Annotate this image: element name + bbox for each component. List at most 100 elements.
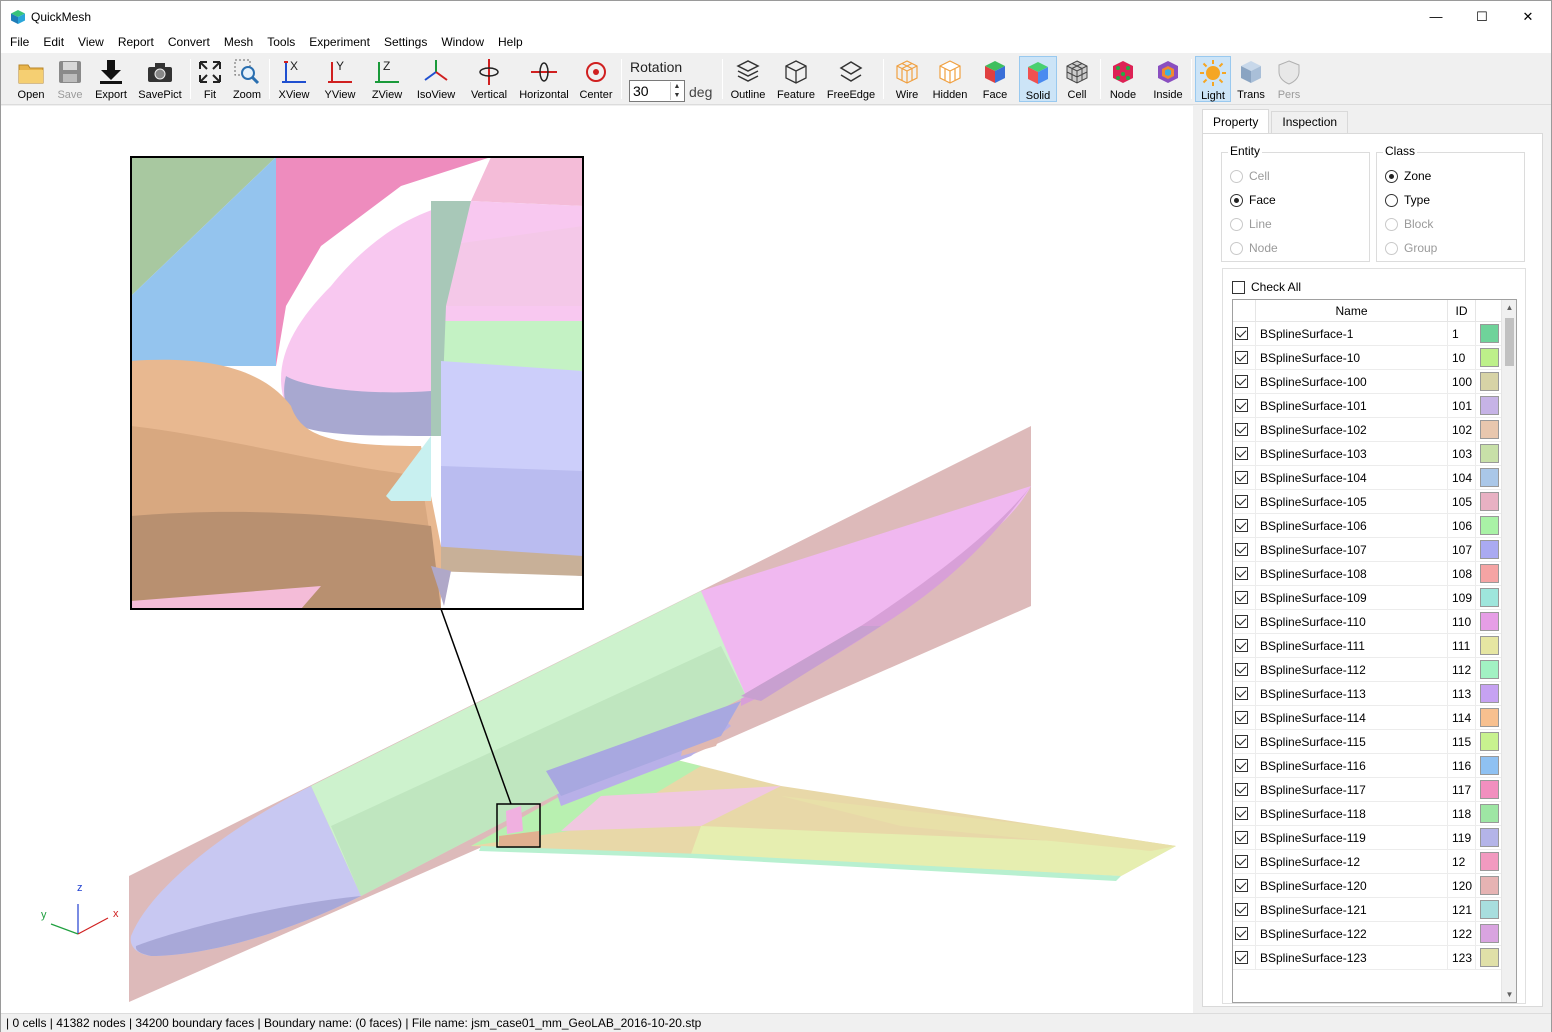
entity-face-radio[interactable]: Face	[1230, 193, 1276, 207]
row-checkbox[interactable]	[1234, 663, 1248, 676]
entity-cell-radio[interactable]: Cell	[1230, 169, 1270, 183]
isoview-button[interactable]: IsoView	[413, 56, 459, 102]
row-checkbox[interactable]	[1234, 327, 1248, 340]
minimize-button[interactable]: —	[1413, 1, 1459, 32]
horizontal-button[interactable]: Horizontal	[516, 56, 572, 102]
row-color-swatch[interactable]	[1480, 492, 1499, 511]
table-row[interactable]: BSplineSurface-109 109	[1233, 585, 1503, 610]
table-row[interactable]: BSplineSurface-105 105	[1233, 489, 1503, 514]
table-row[interactable]: BSplineSurface-107 107	[1233, 537, 1503, 562]
row-color-swatch[interactable]	[1480, 900, 1499, 919]
row-checkbox[interactable]	[1234, 831, 1248, 844]
table-row[interactable]: BSplineSurface-112 112	[1233, 657, 1503, 682]
class-block-radio[interactable]: Block	[1385, 217, 1433, 231]
row-color-swatch[interactable]	[1480, 948, 1499, 967]
menu-experiment[interactable]: Experiment	[302, 32, 377, 53]
class-group-radio[interactable]: Group	[1385, 241, 1437, 255]
row-color-swatch[interactable]	[1480, 372, 1499, 391]
close-button[interactable]: ✕	[1505, 1, 1551, 32]
row-checkbox[interactable]	[1234, 951, 1248, 964]
row-checkbox[interactable]	[1234, 471, 1248, 484]
row-checkbox[interactable]	[1234, 711, 1248, 724]
table-row[interactable]: BSplineSurface-1 1	[1233, 321, 1503, 346]
row-color-swatch[interactable]	[1480, 564, 1499, 583]
node-button[interactable]: Node	[1106, 56, 1140, 102]
row-checkbox[interactable]	[1234, 615, 1248, 628]
solid-button[interactable]: Solid	[1019, 56, 1057, 102]
row-checkbox[interactable]	[1234, 423, 1248, 436]
trans-button[interactable]: Trans	[1235, 56, 1267, 102]
row-color-swatch[interactable]	[1480, 516, 1499, 535]
row-checkbox[interactable]	[1234, 543, 1248, 556]
menu-tools[interactable]: Tools	[260, 32, 302, 53]
class-zone-radio[interactable]: Zone	[1385, 169, 1431, 183]
maximize-button[interactable]: ☐	[1459, 1, 1505, 32]
row-checkbox[interactable]	[1234, 399, 1248, 412]
cell-button[interactable]: Cell	[1062, 56, 1092, 102]
table-row[interactable]: BSplineSurface-121 121	[1233, 897, 1503, 922]
table-row[interactable]: BSplineSurface-102 102	[1233, 417, 1503, 442]
hidden-button[interactable]: Hidden	[930, 56, 970, 102]
open-button[interactable]: Open	[13, 56, 49, 102]
row-checkbox[interactable]	[1234, 927, 1248, 940]
center-button[interactable]: Center	[577, 56, 615, 102]
wire-button[interactable]: Wire	[890, 56, 924, 102]
table-row[interactable]: BSplineSurface-101 101	[1233, 393, 1503, 418]
outline-button[interactable]: Outline	[729, 56, 767, 102]
row-checkbox[interactable]	[1234, 759, 1248, 772]
row-color-swatch[interactable]	[1480, 756, 1499, 775]
row-color-swatch[interactable]	[1480, 924, 1499, 943]
table-row[interactable]: BSplineSurface-108 108	[1233, 561, 1503, 586]
menu-settings[interactable]: Settings	[377, 32, 434, 53]
row-checkbox[interactable]	[1234, 375, 1248, 388]
row-checkbox[interactable]	[1234, 903, 1248, 916]
row-checkbox[interactable]	[1234, 735, 1248, 748]
table-row[interactable]: BSplineSurface-123 123	[1233, 945, 1503, 970]
row-color-swatch[interactable]	[1480, 540, 1499, 559]
light-button[interactable]: Light	[1195, 56, 1231, 102]
menu-view[interactable]: View	[71, 32, 111, 53]
savepict-button[interactable]: SavePict	[137, 56, 183, 102]
table-row[interactable]: BSplineSurface-117 117	[1233, 777, 1503, 802]
row-checkbox[interactable]	[1234, 567, 1248, 580]
feature-button[interactable]: Feature	[775, 56, 817, 102]
row-color-swatch[interactable]	[1480, 876, 1499, 895]
3d-viewport[interactable]: z x y	[1, 106, 1193, 1013]
row-checkbox[interactable]	[1234, 591, 1248, 604]
column-header-id[interactable]: ID	[1447, 300, 1475, 321]
table-row[interactable]: BSplineSurface-120 120	[1233, 873, 1503, 898]
row-color-swatch[interactable]	[1480, 804, 1499, 823]
row-color-swatch[interactable]	[1480, 468, 1499, 487]
row-color-swatch[interactable]	[1480, 420, 1499, 439]
table-row[interactable]: BSplineSurface-122 122	[1233, 921, 1503, 946]
zview-button[interactable]: Z ZView	[368, 56, 406, 102]
row-color-swatch[interactable]	[1480, 732, 1499, 751]
scroll-up-icon[interactable]: ▲	[1502, 300, 1516, 315]
row-color-swatch[interactable]	[1480, 348, 1499, 367]
table-row[interactable]: BSplineSurface-103 103	[1233, 441, 1503, 466]
menu-mesh[interactable]: Mesh	[217, 32, 260, 53]
row-checkbox[interactable]	[1234, 807, 1248, 820]
inside-button[interactable]: Inside	[1149, 56, 1187, 102]
table-row[interactable]: BSplineSurface-104 104	[1233, 465, 1503, 490]
row-color-swatch[interactable]	[1480, 612, 1499, 631]
row-checkbox[interactable]	[1234, 783, 1248, 796]
menu-report[interactable]: Report	[111, 32, 161, 53]
menu-file[interactable]: File	[3, 32, 36, 53]
row-color-swatch[interactable]	[1480, 780, 1499, 799]
tab-property[interactable]: Property	[1202, 109, 1270, 133]
table-row[interactable]: BSplineSurface-113 113	[1233, 681, 1503, 706]
vertical-button[interactable]: Vertical	[467, 56, 511, 102]
scroll-down-icon[interactable]: ▼	[1502, 987, 1516, 1002]
rotation-angle-input[interactable]: 30 ▲ ▼	[629, 80, 685, 102]
row-color-swatch[interactable]	[1480, 396, 1499, 415]
menu-window[interactable]: Window	[434, 32, 491, 53]
row-checkbox[interactable]	[1234, 351, 1248, 364]
tab-inspection[interactable]: Inspection	[1271, 111, 1349, 133]
scroll-thumb[interactable]	[1505, 318, 1514, 366]
table-row[interactable]: BSplineSurface-118 118	[1233, 801, 1503, 826]
table-row[interactable]: BSplineSurface-100 100	[1233, 369, 1503, 394]
export-button[interactable]: Export	[92, 56, 130, 102]
row-color-swatch[interactable]	[1480, 684, 1499, 703]
menu-convert[interactable]: Convert	[161, 32, 217, 53]
